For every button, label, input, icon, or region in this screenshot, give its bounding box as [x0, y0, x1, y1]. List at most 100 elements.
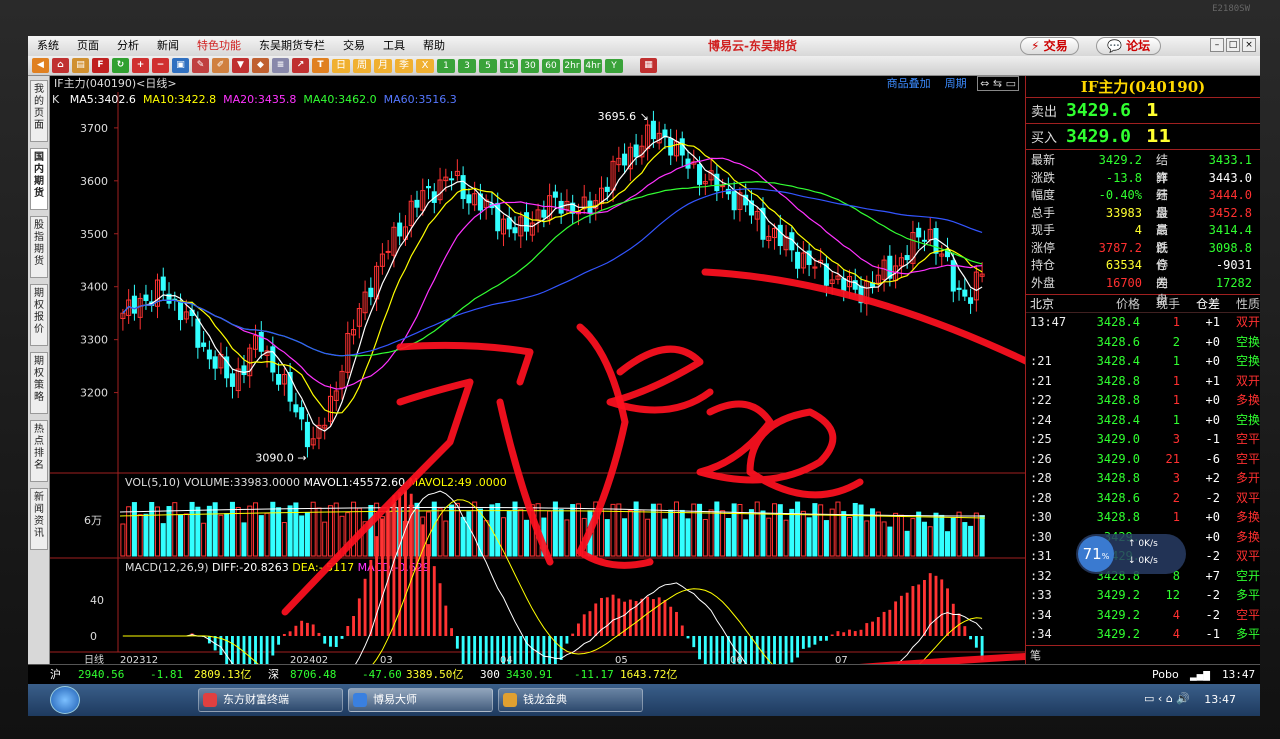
- filter-icon[interactable]: ▼: [232, 58, 249, 73]
- menu-features[interactable]: 特色功能: [188, 36, 250, 56]
- period-month[interactable]: 月: [374, 58, 392, 73]
- list-icon[interactable]: ≡: [272, 58, 289, 73]
- back-icon[interactable]: ◀: [32, 58, 49, 73]
- menu-tools[interactable]: 工具: [374, 36, 414, 56]
- volume-bar: [351, 501, 357, 557]
- buy-row[interactable]: 买入 3429.0 11: [1026, 124, 1260, 150]
- period-2hr[interactable]: 2hr: [563, 58, 581, 73]
- draw-icon[interactable]: ✐: [212, 58, 229, 73]
- candle-body: [731, 191, 737, 211]
- task-eastmoney[interactable]: 东方财富终端: [198, 688, 343, 712]
- vol-axis-label: 6万: [84, 514, 102, 527]
- menu-page[interactable]: 页面: [68, 36, 108, 56]
- tab-option-quotes[interactable]: 期权报价: [30, 284, 48, 346]
- tick-nature: 空换: [1235, 334, 1260, 349]
- menu-help[interactable]: 帮助: [414, 36, 454, 56]
- volume-bar: [760, 510, 766, 557]
- home-icon[interactable]: ⌂: [52, 58, 69, 73]
- volume-bar: [950, 517, 956, 557]
- close-icon[interactable]: ×: [1242, 38, 1256, 52]
- candlestick-chart[interactable]: VOL(5,10) VOLUME:33983.0000 MAVOL1:45572…: [50, 92, 1025, 664]
- settings-icon[interactable]: ▦: [640, 58, 657, 73]
- tab-domestic-futures[interactable]: 国内期货: [30, 148, 48, 210]
- tab-option-strategy[interactable]: 期权策略: [30, 352, 48, 414]
- stat-row: 幅度 -0.40% 开盘 3444.0: [1026, 187, 1260, 220]
- volume-bar: [812, 503, 818, 557]
- network-speed-widget[interactable]: 71% ↑ 0K/s ↓ 0K/s: [1076, 534, 1186, 574]
- period-60[interactable]: 60: [542, 58, 560, 73]
- period-quarter[interactable]: 季: [395, 58, 413, 73]
- volume-bar: [852, 502, 858, 557]
- window-icon[interactable]: ▣: [172, 58, 189, 73]
- tick-diff: +0: [1205, 529, 1220, 544]
- folder-icon[interactable]: ▤: [72, 58, 89, 73]
- sell-row[interactable]: 卖出 3429.6 1: [1026, 98, 1260, 124]
- zoom-in-icon[interactable]: +: [132, 58, 149, 73]
- screen: 系统 页面 分析 新闻 特色功能 东吴期货专栏 交易 工具 帮助 博易云-东吴期…: [28, 36, 1260, 716]
- menu-trade[interactable]: 交易: [334, 36, 374, 56]
- period-week[interactable]: 周: [353, 58, 371, 73]
- volume-bar: [766, 517, 772, 557]
- stat-value: 33983: [1105, 205, 1142, 220]
- forum-button[interactable]: 💬 论坛: [1096, 37, 1162, 55]
- pen-icon[interactable]: ✎: [192, 58, 209, 73]
- task-boyi[interactable]: 博易大师: [348, 688, 493, 712]
- f10-icon[interactable]: F: [92, 58, 109, 73]
- start-button-icon[interactable]: [50, 686, 80, 714]
- menu-news[interactable]: 新闻: [148, 36, 188, 56]
- stat-row: 外盘 16700 内盘 17282: [1026, 275, 1260, 308]
- period-link[interactable]: 周期: [945, 77, 967, 90]
- volume-bar: [201, 522, 207, 557]
- volume-bar: [806, 517, 812, 557]
- menu-analysis[interactable]: 分析: [108, 36, 148, 56]
- menu-system[interactable]: 系统: [28, 36, 68, 56]
- period-1[interactable]: 1: [437, 58, 455, 73]
- volume-bar: [754, 501, 760, 557]
- tab-my-page[interactable]: 我的页面: [30, 80, 48, 142]
- period-4hr[interactable]: 4hr: [584, 58, 602, 73]
- macd-tick-label: 0: [90, 630, 97, 643]
- maximize-icon[interactable]: □: [1226, 38, 1240, 52]
- tick-time: :33: [1030, 588, 1052, 602]
- period-5[interactable]: 5: [479, 58, 497, 73]
- nav-arrows-icon[interactable]: ⇔ ⇆ ▭: [977, 76, 1019, 91]
- minimize-icon[interactable]: –: [1210, 38, 1224, 52]
- overlay-link[interactable]: 商品叠加: [887, 77, 931, 90]
- qianlong-icon: [503, 693, 517, 707]
- tick-time: :28: [1030, 471, 1052, 485]
- tick-time: :30: [1030, 529, 1052, 544]
- period-y[interactable]: Y: [605, 58, 623, 73]
- period-15[interactable]: 15: [500, 58, 518, 73]
- tick-price: 3428.8: [1096, 510, 1140, 524]
- stat-value: -13.8: [1105, 170, 1142, 185]
- low-annotation: 3090.0 →: [255, 451, 306, 464]
- tick-row: :24 3428.4 1 +0 空换: [1026, 411, 1260, 431]
- volume-bar: [131, 502, 137, 557]
- tick-icon[interactable]: T: [312, 58, 329, 73]
- tab-news[interactable]: 新闻资讯: [30, 488, 48, 550]
- refresh-icon[interactable]: ↻: [112, 58, 129, 73]
- stat-label: 现手: [1031, 223, 1056, 237]
- zoom-out-icon[interactable]: −: [152, 58, 169, 73]
- speed-percent-value: 71: [1082, 545, 1102, 563]
- trade-button[interactable]: ⚡ 交易: [1020, 37, 1079, 55]
- handwriting-stroke: [396, 341, 534, 386]
- mavol1-label: MAVOL1:45572.60: [303, 476, 408, 489]
- period-30[interactable]: 30: [521, 58, 539, 73]
- period-day[interactable]: 日: [332, 58, 350, 73]
- task-qianlong[interactable]: 钱龙金典: [498, 688, 643, 712]
- mark-icon[interactable]: ◆: [252, 58, 269, 73]
- period-x[interactable]: X: [416, 58, 434, 73]
- x-tick-label: 05: [615, 655, 628, 664]
- trend-icon[interactable]: ↗: [292, 58, 309, 73]
- tab-hot-ranking[interactable]: 热点排名: [30, 420, 48, 482]
- ticks-head-vol: 现手: [1155, 297, 1180, 311]
- stat-value: -9031: [1215, 258, 1252, 272]
- period-3[interactable]: 3: [458, 58, 476, 73]
- tab-index-futures[interactable]: 股指期货: [30, 216, 48, 278]
- menu-dongwu-column[interactable]: 东吴期货专栏: [250, 36, 334, 56]
- upload-speed-value: 0K/s: [1138, 539, 1158, 549]
- volume-bar: [166, 506, 172, 557]
- tick-time: :31: [1030, 549, 1052, 563]
- system-tray-icons[interactable]: ▭ ‹ ⌂ 🔊: [1144, 692, 1190, 705]
